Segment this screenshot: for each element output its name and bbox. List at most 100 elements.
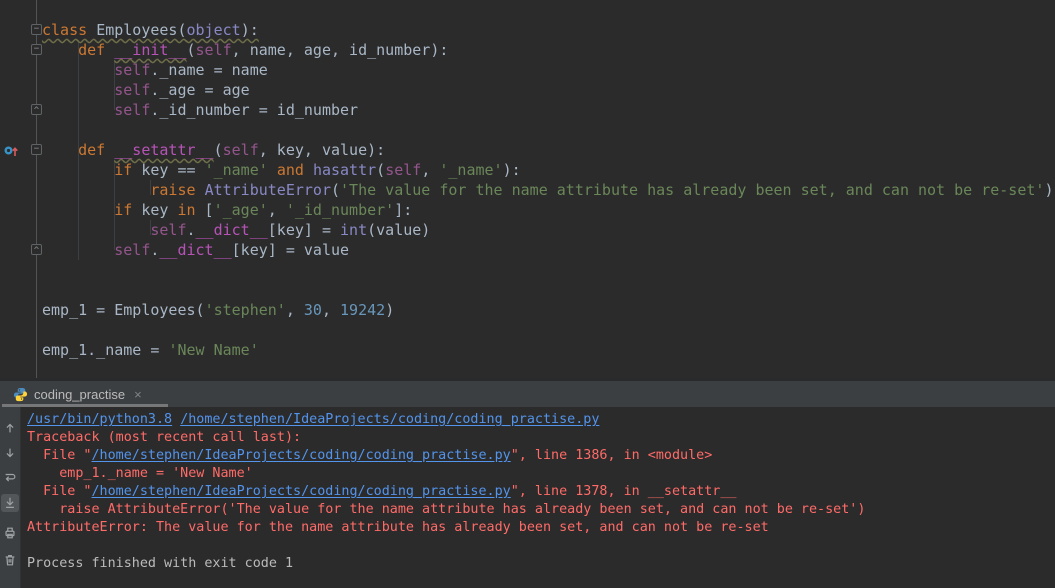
code-line: Process finished with exit code 1 (27, 555, 1055, 573)
code-token: , name, age, id_number): (231, 41, 449, 59)
fold-collapse-marker[interactable]: − (31, 144, 42, 155)
code-token: ( (186, 41, 196, 59)
code-token: raise AttributeError('The value for the … (27, 502, 866, 517)
code-token: AttributeError (204, 181, 331, 199)
code-editor[interactable]: − − ^ − ^ class Employees(object): def __ini… (0, 0, 1055, 378)
code-line: Traceback (most recent call last): (27, 429, 1055, 447)
code-token: '_age' (213, 201, 268, 219)
fold-collapse-marker[interactable]: − (31, 44, 42, 55)
code-token: Employees( (96, 21, 187, 39)
soft-wrap-icon[interactable] (1, 469, 19, 487)
down-the-stack-trace-icon[interactable] (1, 444, 19, 462)
code-token: 'The value for the name attribute has al… (340, 181, 1045, 199)
code-token: __dict__ (195, 221, 268, 239)
code-token: ._name = name (150, 61, 268, 79)
code-token: if (114, 161, 133, 179)
console-file-link[interactable]: /home/stephen/IdeaProjects/coding/coding… (92, 484, 511, 499)
code-token: Traceback (most recent call last): (27, 430, 302, 445)
code-token: self (114, 241, 151, 259)
code-line: self.__dict__[key] = int(value) (42, 220, 1053, 240)
fold-collapse-marker[interactable]: − (31, 24, 42, 35)
overrides-method-gutter-icon[interactable] (3, 142, 19, 162)
code-token: object (186, 21, 241, 39)
console-file-link[interactable]: /home/stephen/IdeaProjects/coding/coding… (92, 448, 511, 463)
clear-all-icon[interactable] (1, 551, 19, 569)
code-token: File " (27, 448, 92, 463)
code-token: [key] = (267, 221, 341, 239)
fold-end-marker[interactable]: ^ (31, 244, 42, 256)
code-token: '_name' (439, 161, 503, 179)
run-console-output[interactable]: /usr/bin/python3.8 /home/stephen/IdeaPro… (21, 407, 1055, 588)
code-token: 30 (303, 301, 322, 319)
code-token: hasattr (312, 161, 377, 179)
code-token: , (267, 201, 286, 219)
code-line: self._name = name (42, 60, 1053, 80)
code-line: File "/home/stephen/IdeaProjects/coding/… (27, 447, 1055, 465)
code-token: def (78, 41, 106, 59)
code-token: , key, value): (258, 141, 386, 159)
code-line: emp_1._name = 'New Name' (42, 340, 1053, 360)
code-token: if (114, 201, 133, 219)
code-area: class Employees(object): def __init__(se… (0, 0, 1053, 360)
code-token: self (385, 161, 422, 179)
code-line: emp_1 = Employees('stephen', 30, 19242) (42, 300, 1053, 320)
code-token: and (276, 161, 304, 179)
code-token: self (114, 61, 151, 79)
console-file-link[interactable]: /home/stephen/IdeaProjects/coding/coding… (180, 412, 599, 427)
code-line: File "/home/stephen/IdeaProjects/coding/… (27, 483, 1055, 501)
code-line: raise AttributeError('The value for the … (27, 501, 1055, 519)
code-token: __dict__ (159, 241, 232, 259)
code-token: [key] = value (231, 241, 350, 259)
scroll-to-end-icon[interactable] (1, 494, 19, 512)
code-token: ._id_number = id_number (150, 101, 359, 119)
code-token: '_name' (204, 161, 268, 179)
tab-coding-practise[interactable]: coding_practise × (0, 381, 168, 407)
code-token: ) (385, 301, 395, 319)
code-token: emp_1 = Employees( (42, 301, 205, 319)
tab-close-icon[interactable]: × (134, 388, 142, 401)
code-token: in (177, 201, 196, 219)
code-token: __setattr__ (114, 141, 214, 159)
code-line: emp_1._name = 'New Name' (27, 465, 1055, 483)
code-token: ): (502, 161, 521, 179)
code-line: if key == '_name' and hasattr(self, '_na… (42, 160, 1053, 180)
code-token: self (114, 101, 151, 119)
code-token: [ (195, 201, 214, 219)
code-token: . (186, 221, 196, 239)
code-token: (value) (367, 221, 431, 239)
code-token: ]: (394, 201, 413, 219)
code-token: key (132, 201, 178, 219)
code-token: self (222, 141, 259, 159)
code-token: self (150, 221, 187, 239)
code-token: emp_1._name = 'New Name' (27, 466, 253, 481)
code-token: raise (150, 181, 196, 199)
code-token: 'stephen' (204, 301, 286, 319)
code-token: emp_1._name = (42, 341, 169, 359)
print-icon[interactable] (1, 524, 19, 542)
code-token: ", line 1378, in __setattr__ (510, 484, 737, 499)
code-token: AttributeError: The value for the name a… (27, 520, 769, 535)
up-the-stack-trace-icon[interactable] (1, 419, 19, 437)
console-file-link[interactable]: /usr/bin/python3.8 (27, 412, 172, 427)
code-token: ", line 1386, in <module> (510, 448, 713, 463)
code-token: __init__ (114, 41, 187, 59)
code-token: ( (213, 141, 223, 159)
code-token: , (285, 301, 304, 319)
fold-end-marker[interactable]: ^ (31, 104, 42, 116)
code-token: self (195, 41, 232, 59)
